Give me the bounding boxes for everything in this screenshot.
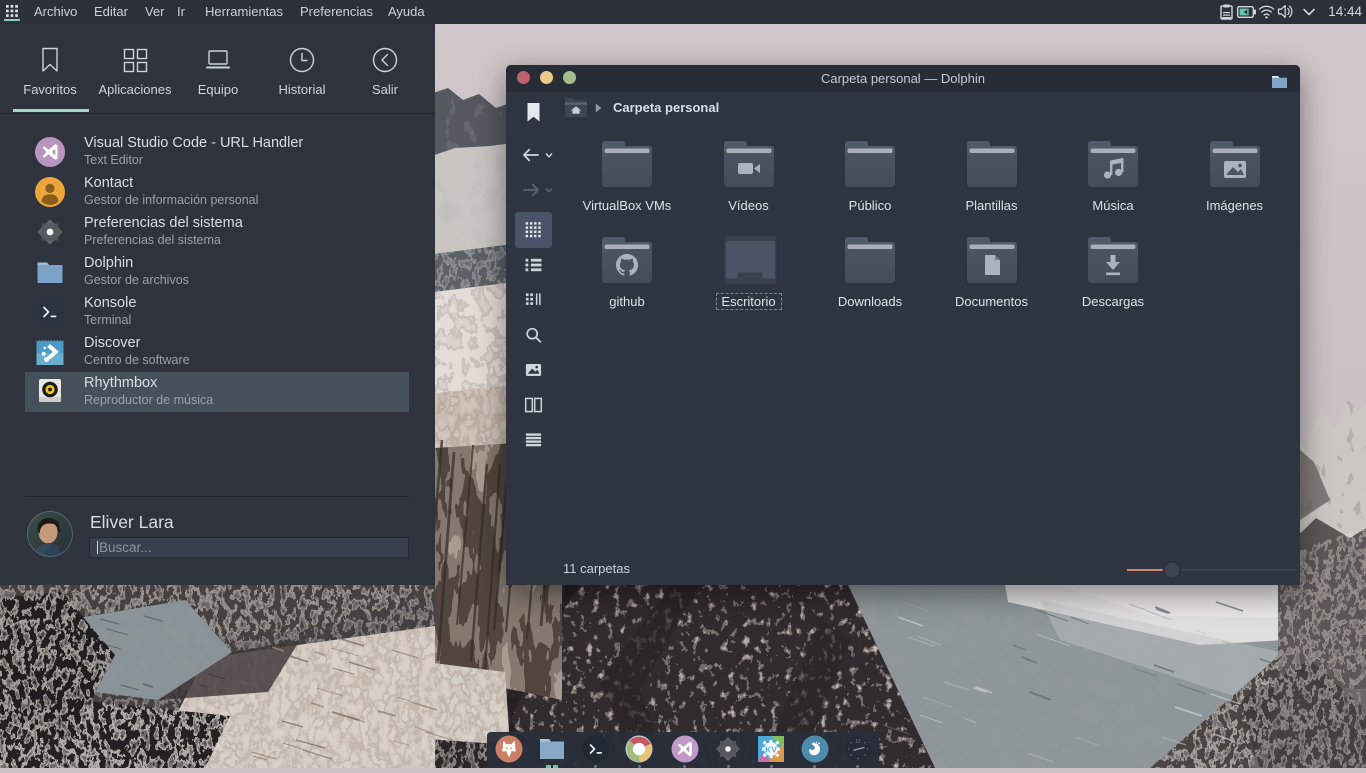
svg-text:KV: KV — [765, 745, 777, 755]
svg-text:12: 12 — [855, 739, 861, 744]
